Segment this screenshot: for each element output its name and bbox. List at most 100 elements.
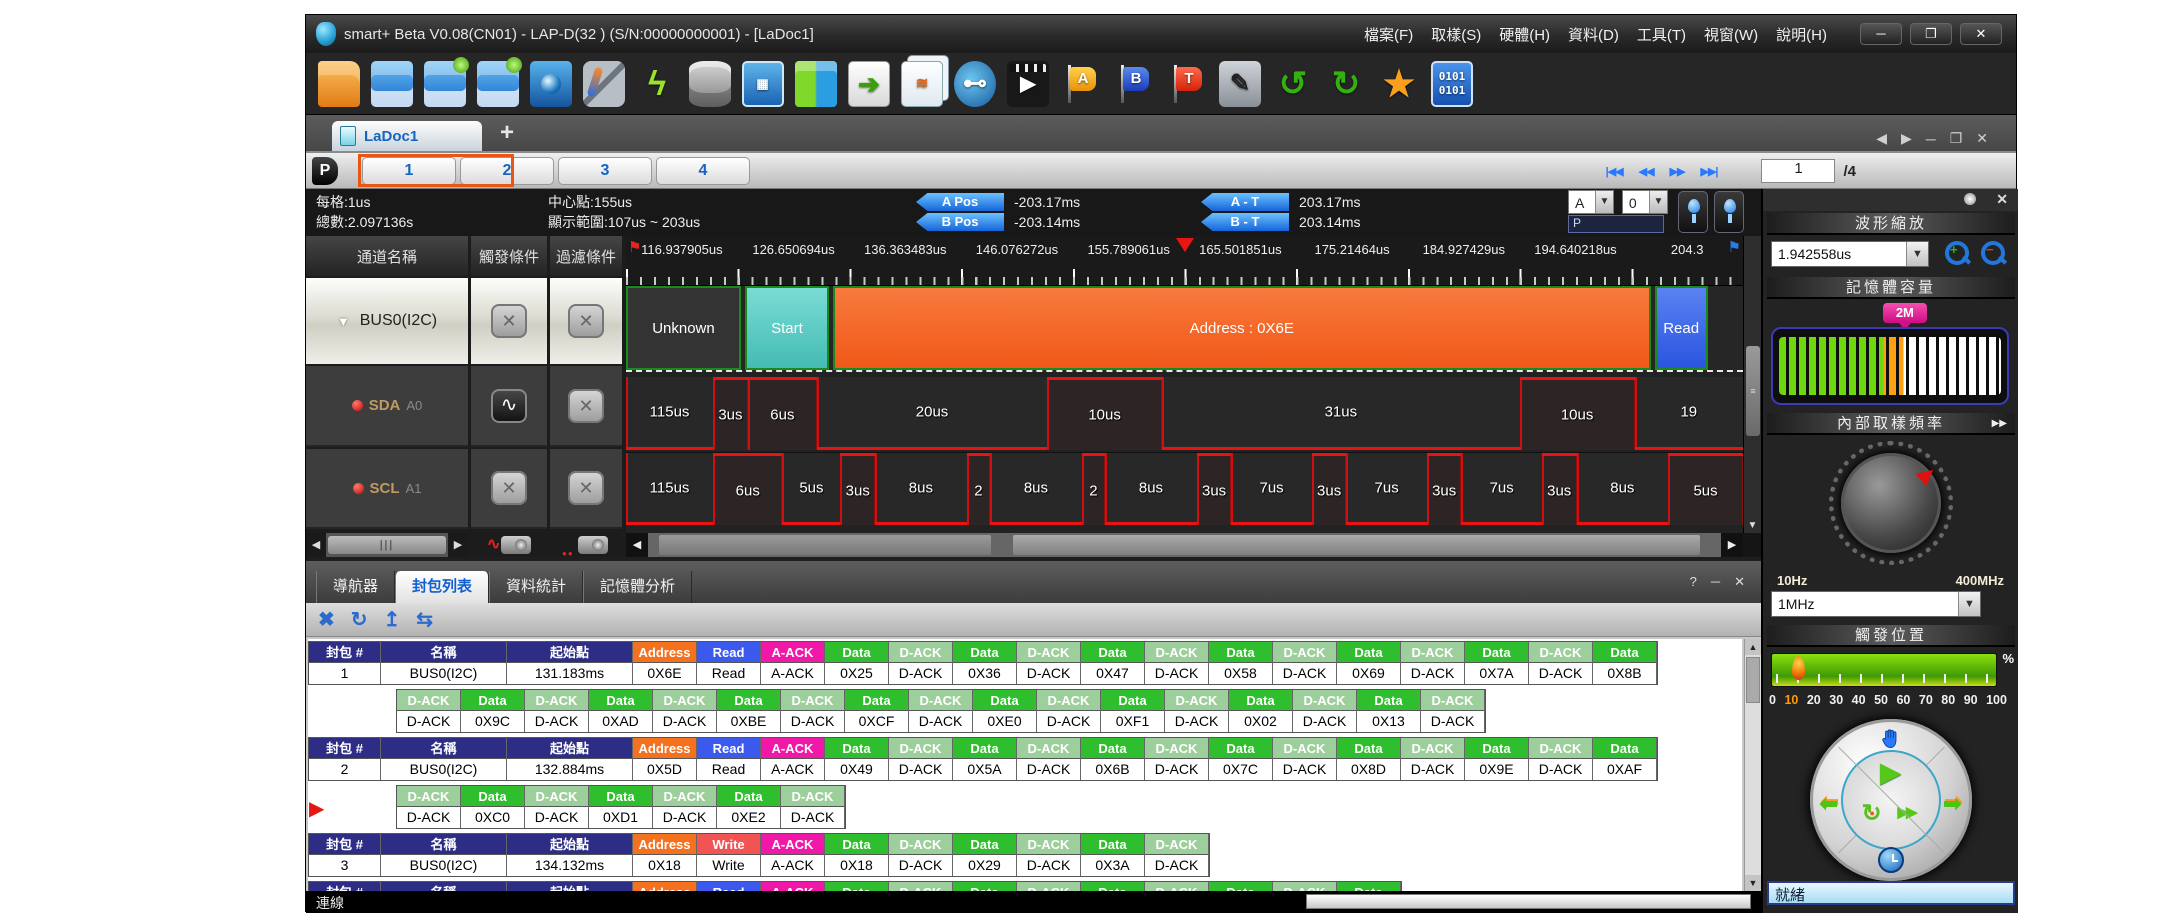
zoom-in-icon[interactable]: + <box>1945 241 1971 267</box>
packet-cell[interactable]: Data 0XC0 <box>461 786 525 828</box>
packet-cell[interactable]: D-ACK D-ACK <box>1421 690 1485 732</box>
packet-cell[interactable]: Data <box>1081 882 1145 891</box>
packet-cell[interactable]: Data 0X9C <box>461 690 525 732</box>
packet-cell[interactable]: D-ACK D-ACK <box>653 786 717 828</box>
packet-cell[interactable]: Data <box>1209 882 1273 891</box>
packet-cell[interactable]: Data 0X6B <box>1081 738 1145 780</box>
tab-data-statistics[interactable]: 資料統計 <box>489 571 583 603</box>
sample-rate-select[interactable]: 1MHz▼ <box>1771 591 1981 617</box>
flag-b-icon[interactable]: B <box>1113 61 1155 107</box>
play-icon[interactable]: ▶ <box>1881 757 1901 788</box>
fast-forward-icon[interactable]: ▶▶ <box>1898 803 1915 821</box>
sda-trigger-edge-button[interactable]: ∿ <box>491 389 527 423</box>
packet-cell[interactable]: D-ACK <box>1273 882 1337 891</box>
packet-cell[interactable]: Data 0XCF <box>845 690 909 732</box>
replay-icon[interactable]: ↻ <box>1862 799 1882 828</box>
packet-cell[interactable]: D-ACK D-ACK <box>525 690 589 732</box>
slider-marker-icon[interactable] <box>1792 656 1805 680</box>
collapse-triangle-icon[interactable]: ▼ <box>337 314 350 329</box>
packet-cell[interactable]: D-ACK D-ACK <box>1165 690 1229 732</box>
panel-control-button[interactable]: ✕ <box>1734 574 1745 590</box>
packet-cell[interactable]: Write Write <box>697 834 761 876</box>
packet-cell[interactable]: 封包 # <box>309 882 381 891</box>
flag-a-icon[interactable]: A <box>1060 61 1102 107</box>
zoom-scale-select[interactable]: 1.942558us▼ <box>1771 241 1929 267</box>
packet-cell[interactable]: D-ACK D-ACK <box>1529 642 1593 684</box>
packet-cell[interactable]: Address 0X6E <box>633 642 697 684</box>
packet-cell[interactable]: Data 0X7A <box>1465 642 1529 684</box>
marker-pen-icon[interactable]: ✎ <box>1219 61 1261 107</box>
packet-cell[interactable]: D-ACK D-ACK <box>1401 738 1465 780</box>
tab-memory-analysis[interactable]: 記憶體分析 <box>583 571 692 603</box>
packet-cell[interactable]: Data 0XD1 <box>589 786 653 828</box>
favorite-star-icon[interactable]: ★ <box>1378 61 1420 107</box>
packet-cell[interactable]: D-ACK D-ACK <box>397 786 461 828</box>
b-pos-badge[interactable]: B Pos <box>916 213 1004 231</box>
scl-name-cell[interactable]: SCL A1 <box>306 449 468 529</box>
bus-segment[interactable]: Unknown <box>626 286 741 370</box>
menu-item[interactable]: 檔案(F) <box>1357 21 1420 48</box>
page-button-3[interactable]: 3 <box>558 157 652 185</box>
docbar-control-button[interactable]: ▶ <box>1901 130 1912 147</box>
packet-cell[interactable]: A-ACK <box>761 882 825 891</box>
packet-cell[interactable]: D-ACK D-ACK <box>889 834 953 876</box>
packet-cell[interactable]: Data 0XF1 <box>1101 690 1165 732</box>
memory-depth-icon[interactable] <box>689 61 731 107</box>
packet-cell[interactable]: Address <box>633 882 697 891</box>
packet-cell[interactable]: Data 0XE0 <box>973 690 1037 732</box>
packet-cell[interactable]: 封包 # 1 <box>309 642 381 684</box>
packet-cell[interactable]: 封包 # 3 <box>309 834 381 876</box>
bus-name-cell[interactable]: ▼ BUS0(I2C) <box>306 278 468 364</box>
packet-cell[interactable]: D-ACK D-ACK <box>1529 738 1593 780</box>
packet-cell[interactable]: D-ACK <box>889 882 953 891</box>
export-report-icon[interactable]: ➔ <box>848 61 890 107</box>
bus-filter-button[interactable]: ✕ <box>568 304 604 338</box>
packet-cell[interactable]: Read <box>697 882 761 891</box>
docbar-control-button[interactable]: ❐ <box>1950 130 1963 147</box>
step-right-icon[interactable]: ➡ <box>1943 791 1961 817</box>
panel-control-button[interactable]: ? <box>1690 574 1697 590</box>
navigation-wheel[interactable]: ▶ ⬅ ➡ ↻ ▶▶ <box>1810 719 1972 881</box>
packet-cell[interactable]: D-ACK D-ACK <box>1017 738 1081 780</box>
page-button-4[interactable]: 4 <box>656 157 750 185</box>
pin-marker-b-button[interactable] <box>1714 191 1744 233</box>
scl-filter-button[interactable]: ✕ <box>568 471 604 505</box>
packet-cell[interactable]: Read Read <box>697 738 761 780</box>
packet-cell[interactable]: Data 0X47 <box>1081 642 1145 684</box>
page-p-button[interactable]: P <box>312 157 338 185</box>
a-pos-badge[interactable]: A Pos <box>916 193 1004 211</box>
docbar-control-button[interactable]: ─ <box>1926 131 1936 147</box>
menu-item[interactable]: 視窗(W) <box>1697 21 1765 48</box>
packet-cell[interactable]: Data 0X58 <box>1209 642 1273 684</box>
packet-cell[interactable]: Data 0X02 <box>1229 690 1293 732</box>
packet-cell[interactable]: Data 0X8D <box>1337 738 1401 780</box>
next-page-button[interactable]: ▶▶ <box>1662 161 1693 182</box>
packet-cell[interactable]: Address 0X5D <box>633 738 697 780</box>
packet-cell[interactable]: 起始點 <box>507 882 633 891</box>
packet-cell[interactable]: D-ACK <box>1017 882 1081 891</box>
step-left-icon[interactable]: ⬅ <box>1820 791 1838 817</box>
memory-gauge[interactable] <box>1771 327 2009 405</box>
delete-packet-icon[interactable]: ✖ <box>318 607 335 632</box>
packet-cell[interactable]: D-ACK D-ACK <box>781 786 845 828</box>
packet-cell[interactable]: 名稱 <box>381 882 507 891</box>
packet-cell[interactable]: Data 0X49 <box>825 738 889 780</box>
packet-cell[interactable]: Data 0X36 <box>953 642 1017 684</box>
open-file-icon[interactable] <box>318 61 360 107</box>
panel-control-button[interactable]: ─ <box>1711 574 1720 590</box>
clock-icon[interactable] <box>1878 847 1904 873</box>
save-settings-icon[interactable] <box>477 61 519 107</box>
flag-t-icon[interactable]: T <box>1166 61 1208 107</box>
bus-segment[interactable] <box>1708 286 1743 370</box>
marker-select[interactable]: A▼ <box>1568 190 1614 214</box>
trigger-camera-icon[interactable] <box>501 536 531 554</box>
packet-cell[interactable]: D-ACK D-ACK <box>1037 690 1101 732</box>
minimize-button[interactable]: ─ <box>1860 23 1902 45</box>
scroll-down-button[interactable]: ▼ <box>1745 875 1761 891</box>
packet-cell[interactable]: Data <box>953 882 1017 891</box>
bus-connect-icon[interactable]: ⊷ <box>954 61 996 107</box>
menu-item[interactable]: 說明(H) <box>1769 21 1834 48</box>
packet-cell[interactable]: D-ACK D-ACK <box>653 690 717 732</box>
bus-segment[interactable]: Read <box>1655 286 1708 370</box>
close-panel-icon[interactable]: ✕ <box>1996 191 2008 208</box>
